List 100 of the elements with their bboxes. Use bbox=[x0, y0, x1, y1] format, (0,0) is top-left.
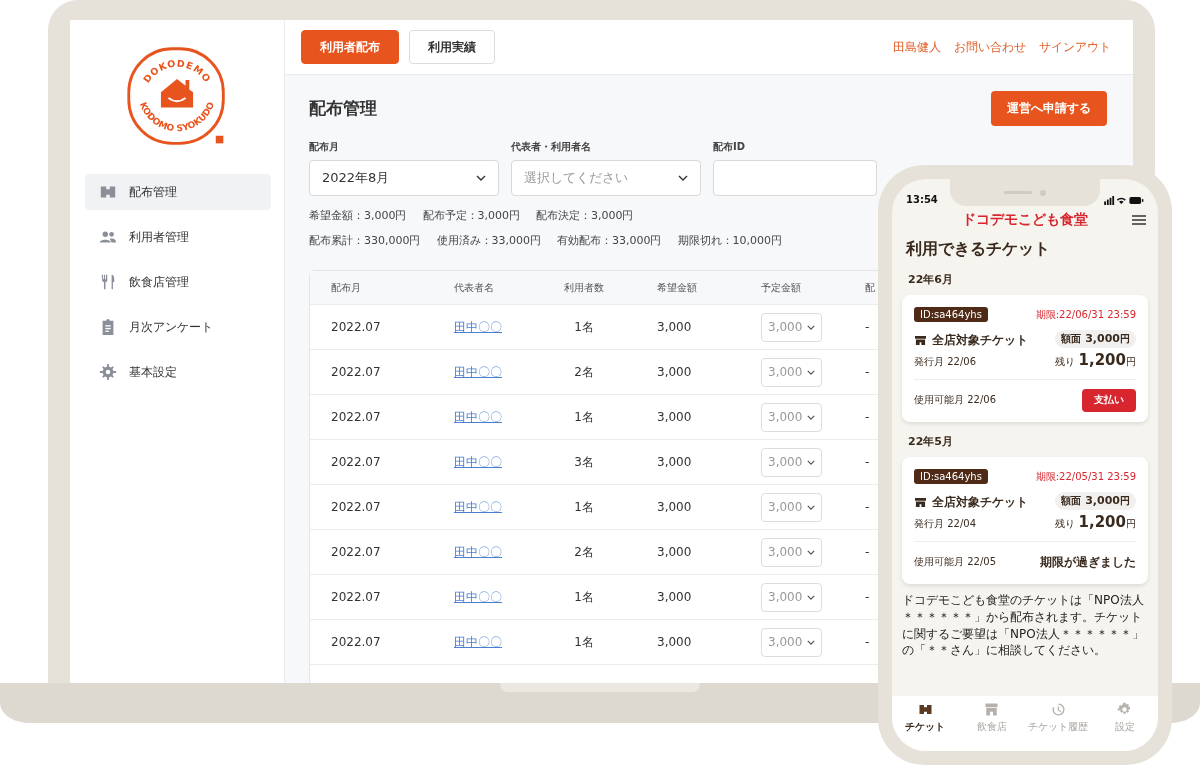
sidebar-item[interactable]: 飲食店管理 bbox=[85, 264, 271, 300]
remaining-amount: 残り 1,200円 bbox=[1055, 351, 1136, 369]
field-label: 代表者・利用者名 bbox=[511, 140, 592, 154]
ticket-name: 全店対象チケット bbox=[932, 332, 1028, 349]
amount-select[interactable]: 3,000 bbox=[761, 357, 823, 387]
name-link[interactable]: 田中〇〇 bbox=[454, 454, 502, 469]
table-cell-text: 2022.07 bbox=[330, 320, 382, 334]
table-cell-text: - bbox=[865, 320, 871, 334]
gear-icon bbox=[1117, 702, 1133, 717]
tab[interactable]: 利用者配布 bbox=[301, 30, 399, 64]
select-field[interactable]: 選択してください bbox=[511, 160, 701, 196]
table-cell-text: - bbox=[865, 410, 871, 424]
face-value-badge: 額面 3,000円 bbox=[1055, 330, 1136, 348]
table-cell-text: 3,000 bbox=[656, 320, 693, 334]
sidebar-item[interactable]: 利用者管理 bbox=[85, 219, 271, 255]
column-header: 配 bbox=[865, 280, 876, 295]
name-link[interactable]: 田中〇〇 bbox=[454, 544, 502, 559]
remaining-amount: 残り 1,200円 bbox=[1055, 513, 1136, 531]
table-cell-text: - bbox=[865, 455, 871, 469]
amount-select[interactable]: 3,000 bbox=[761, 447, 823, 477]
tab-bar-item[interactable]: チケット履歴 bbox=[1027, 702, 1090, 751]
chevron-icon bbox=[807, 594, 816, 600]
menu-icon[interactable] bbox=[1132, 215, 1146, 225]
table-cell-text: 1名 bbox=[573, 408, 595, 426]
gear-icon bbox=[99, 363, 117, 381]
table-cell-text: 3,000 bbox=[656, 635, 693, 649]
name-link[interactable]: 田中〇〇 bbox=[454, 589, 502, 604]
table-cell-text: 2022.07 bbox=[330, 590, 382, 604]
ticket-icon bbox=[917, 702, 933, 717]
table-cell-text: 1名 bbox=[573, 318, 595, 336]
summary-text: 配布累計：330,000円 bbox=[309, 233, 421, 248]
apply-button[interactable]: 運営へ申請する bbox=[991, 91, 1107, 126]
summary-text: 配布予定：3,000円 bbox=[422, 208, 520, 223]
input-field[interactable] bbox=[713, 160, 877, 196]
header-link[interactable]: 田島健人 bbox=[893, 38, 941, 56]
pay-button[interactable]: 支払い bbox=[1082, 388, 1136, 412]
status-time: 13:54 bbox=[906, 194, 938, 205]
table-cell-text: 3,000 bbox=[656, 500, 693, 514]
notice-text: ドコデモこども食堂のチケットは「NPO法人＊＊＊＊＊＊」から配布されます。チケットに関するご要望は「NPO法人＊＊＊＊＊＊」の「＊＊さん」に相談してください。 bbox=[902, 592, 1145, 660]
tab-bar-item[interactable]: 飲食店 bbox=[960, 702, 1023, 751]
table-cell-text: 2022.07 bbox=[330, 635, 382, 649]
usable-month: 使用可能月 22/05 bbox=[914, 555, 996, 569]
amount-select[interactable]: 3,000 bbox=[761, 492, 823, 522]
sidebar-item[interactable]: 基本設定 bbox=[85, 354, 271, 390]
ticket-id: ID:sa464yhs bbox=[914, 469, 988, 484]
expired-text: 期限が過ぎました bbox=[1040, 553, 1136, 571]
table-cell-text: 2名 bbox=[573, 363, 595, 381]
issue-month: 発行月 22/04 bbox=[914, 517, 977, 531]
summary-text: 期限切れ：10,000円 bbox=[677, 233, 782, 248]
name-link[interactable]: 田中〇〇 bbox=[454, 409, 502, 424]
table-cell-text: - bbox=[865, 545, 871, 559]
amount-select[interactable]: 3,000 bbox=[761, 312, 823, 342]
chevron-icon bbox=[807, 504, 816, 510]
amount-select[interactable]: 3,000 bbox=[761, 537, 823, 567]
column-header: 利用者数 bbox=[563, 280, 605, 295]
tab-bar-item[interactable]: 設定 bbox=[1093, 702, 1156, 751]
header-link[interactable]: お問い合わせ bbox=[954, 38, 1026, 56]
summary-text: 使用済み：33,000円 bbox=[436, 233, 541, 248]
cutlery-icon bbox=[99, 273, 117, 291]
chevron-icon bbox=[807, 414, 816, 420]
table-cell-text: - bbox=[865, 365, 871, 379]
chevron-icon bbox=[807, 324, 816, 330]
deadline-text: 期限:22/05/31 23:59 bbox=[1035, 469, 1136, 484]
table-cell-text: 2名 bbox=[573, 543, 595, 561]
table-cell-text: 2022.07 bbox=[330, 455, 382, 469]
column-header: 予定金額 bbox=[761, 280, 802, 295]
name-link[interactable]: 田中〇〇 bbox=[454, 364, 502, 379]
select-field[interactable]: 2022年8月 bbox=[309, 160, 499, 196]
table-cell-text: 3,000 bbox=[656, 410, 693, 424]
sidebar-item[interactable]: 配布管理 bbox=[85, 174, 271, 210]
name-link[interactable]: 田中〇〇 bbox=[454, 499, 502, 514]
table-cell-text: 3,000 bbox=[656, 365, 693, 379]
amount-select[interactable]: 3,000 bbox=[761, 582, 823, 612]
shop-icon bbox=[984, 702, 1000, 717]
summary-text: 希望金額：3,000円 bbox=[309, 208, 407, 223]
sidebar-item[interactable]: 月次アンケート bbox=[85, 309, 271, 345]
table-cell-text: 2022.07 bbox=[330, 410, 382, 424]
table-cell-text: 2022.07 bbox=[330, 545, 382, 559]
tab[interactable]: 利用実績 bbox=[409, 30, 495, 64]
face-value-badge: 額面 3,000円 bbox=[1055, 492, 1136, 510]
amount-select[interactable]: 3,000 bbox=[761, 402, 823, 432]
column-header: 希望金額 bbox=[656, 280, 698, 295]
table-cell-text: 2022.07 bbox=[330, 365, 382, 379]
page-title: 配布管理 bbox=[309, 97, 377, 120]
name-link[interactable]: 田中〇〇 bbox=[454, 634, 502, 649]
month-heading: 22年5月 bbox=[908, 434, 954, 449]
usable-month: 使用可能月 22/06 bbox=[914, 393, 996, 407]
table-cell-text: - bbox=[865, 500, 871, 514]
field-label: 配布月 bbox=[309, 140, 340, 154]
history-icon bbox=[1050, 702, 1066, 717]
month-heading: 22年6月 bbox=[908, 272, 954, 287]
tab-bar-item[interactable]: チケット bbox=[894, 702, 957, 751]
name-link[interactable]: 田中〇〇 bbox=[454, 319, 502, 334]
summary-text: 有効配布：33,000円 bbox=[557, 233, 662, 248]
table-cell-text: 3,000 bbox=[656, 545, 693, 559]
chevron-icon bbox=[807, 549, 816, 555]
amount-select[interactable]: 3,000 bbox=[761, 627, 823, 657]
header-link[interactable]: サインアウト bbox=[1039, 38, 1111, 56]
chevron-icon bbox=[807, 369, 816, 375]
chevron-icon bbox=[476, 175, 486, 181]
